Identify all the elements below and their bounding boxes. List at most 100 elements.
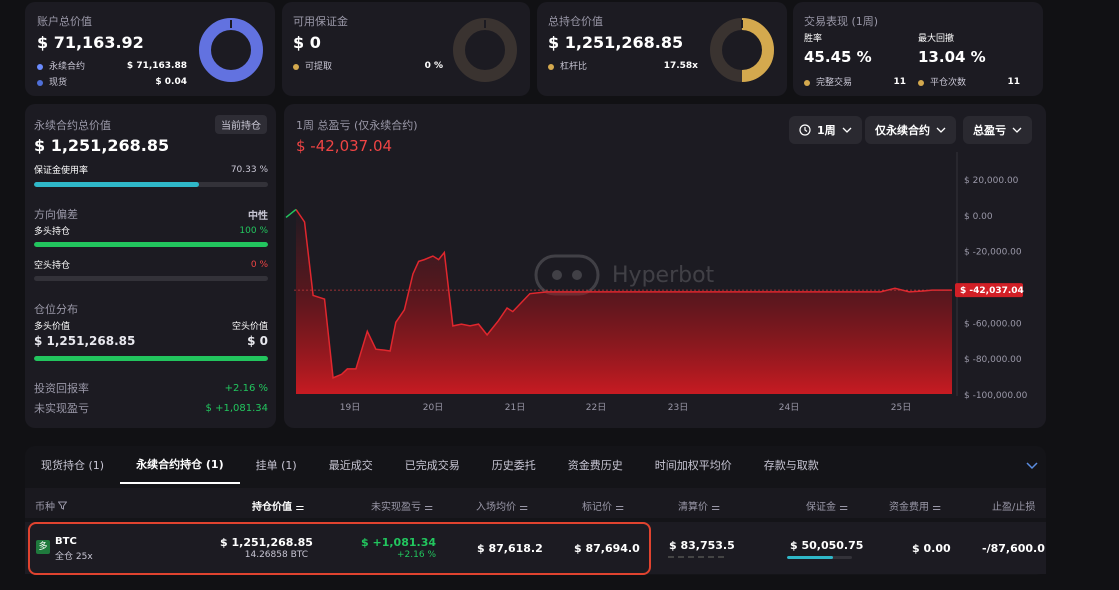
sort-icon: ⚌ (519, 502, 529, 513)
perp-summary-panel: 永续合约总价值 当前持仓 $ 1,251,268.85 保证金使用率 70.33 … (25, 104, 276, 428)
x-tick-label: 23日 (668, 402, 688, 413)
unrealized-pnl: $ +1,081.34 (361, 536, 436, 549)
card-title: 账户总价值 (37, 15, 92, 28)
short-pct: 0 % (250, 259, 268, 270)
tab-6[interactable]: 资金费历史 (552, 446, 639, 484)
drawdown-value: 13.04 % (918, 48, 986, 66)
drawdown-label: 最大回撤 (918, 34, 955, 44)
entry-price: $ 87,618.2 (477, 542, 543, 555)
roi-label: 投资回报率 (34, 382, 89, 395)
account-value-card: 账户总价值 $ 71,163.92 永续合约 $ 71,163.88 现货 $ 0.… (25, 2, 275, 96)
tab-0[interactable]: 现货持仓 (1) (25, 446, 120, 484)
margin-usage-bar (34, 182, 268, 187)
short-value: $ 0 (247, 334, 268, 348)
chevron-down-icon[interactable] (1026, 462, 1038, 470)
card-title: 交易表现 (1周) (804, 15, 879, 28)
current-holding-badge: 当前持仓 (215, 115, 267, 134)
long-label: 多头持仓 (34, 227, 71, 237)
tab-3[interactable]: 最近成交 (313, 446, 389, 484)
tab-4[interactable]: 已完成交易 (389, 446, 476, 484)
col-margin[interactable]: 保证金 ⚌ (806, 498, 848, 513)
short-label: 空头持仓 (34, 261, 71, 271)
y-tick-label: $ -100,000.00 (964, 391, 1028, 401)
direction-label: 方向偏差 (34, 208, 78, 221)
close-count-label: 平仓次数 (930, 78, 967, 88)
withdrawable-label: 可提取 (305, 62, 333, 72)
tab-8[interactable]: 存款与取款 (748, 446, 835, 484)
leverage-donut-icon (710, 18, 774, 82)
performance-card: 交易表现 (1周) 胜率 45.45 % 最大回撤 13.04 % 完整交易 11… (793, 2, 1043, 96)
tab-7[interactable]: 时间加权平均价 (639, 446, 748, 484)
col-tpsl: 止盈/止损 (992, 502, 1036, 513)
account-value: $ 71,163.92 (37, 33, 144, 52)
position-tabs: 现货持仓 (1) 永续合约持仓 (1) 挂单 (1) 最近成交 已完成交易 历史委托 资金费… (25, 446, 835, 486)
available-margin-card: 可用保证金 $ 0 可提取 0 % (282, 2, 530, 96)
tab-1[interactable]: 永续合约持仓 (1) (120, 446, 240, 484)
x-tick-label: 22日 (586, 402, 606, 413)
col-pnl[interactable]: 未实现盈亏 ⚌ (371, 498, 433, 513)
col-mark[interactable]: 标记价 ⚌ (582, 498, 624, 513)
card-title: 总持仓价值 (548, 15, 603, 28)
margin-usage-label: 保证金使用率 (34, 166, 89, 176)
margin-value: $ 0 (293, 33, 321, 52)
coin-name[interactable]: BTC (55, 536, 77, 547)
unrealized-label: 未实现盈亏 (34, 402, 89, 415)
margin-usage-value: 70.33 % (230, 164, 268, 175)
dot-icon (804, 79, 810, 86)
sort-icon: ⚌ (295, 502, 305, 513)
card-title: 可用保证金 (293, 15, 348, 28)
tab-5[interactable]: 历史委托 (476, 446, 552, 484)
tab-2[interactable]: 挂单 (1) (240, 446, 313, 484)
col-entry[interactable]: 入场均价 ⚌ (476, 498, 528, 513)
row-highlight (28, 522, 651, 575)
long-pct: 100 % (239, 225, 268, 236)
filter-icon (57, 501, 68, 510)
liq-dashes (668, 556, 724, 558)
long-bar (34, 242, 268, 247)
distribution-label: 仓位分布 (34, 303, 78, 316)
spot-value: $ 0.04 (155, 76, 187, 87)
spot-label: 现货 (49, 78, 68, 88)
margin-donut-icon (453, 18, 517, 82)
withdrawable-value: 0 % (424, 60, 443, 71)
y-tick-label: $ 0.00 (964, 212, 993, 222)
leverage-label: 杠杆比 (560, 62, 588, 72)
col-value[interactable]: 持仓价值 ⚌ (252, 498, 304, 513)
margin-mode: 全仓 25x (55, 552, 93, 562)
sort-icon: ⚌ (932, 502, 942, 513)
dot-icon (918, 79, 924, 86)
roi-value: +2.16 % (224, 382, 268, 394)
close-count-value: 11 (1007, 76, 1020, 87)
sort-icon: ⚌ (711, 502, 721, 513)
col-coin[interactable]: 币种 (35, 498, 68, 513)
direction-value: 中性 (248, 210, 268, 222)
sort-icon: ⚌ (839, 502, 849, 513)
dot-icon (37, 63, 43, 70)
x-tick-label: 19日 (340, 402, 360, 413)
margin-ratio-bar (787, 556, 852, 559)
winrate-label: 胜率 (804, 34, 823, 44)
col-funding[interactable]: 资金费用 ⚌ (889, 498, 941, 513)
position-size: 14.26858 BTC (244, 550, 308, 560)
leverage-value: 17.58x (663, 60, 698, 71)
short-value-label: 空头价值 (231, 322, 268, 332)
panel-title: 永续合约总价值 (34, 119, 111, 132)
funding-fee: $ 0.00 (912, 542, 951, 555)
mark-price: $ 87,694.0 (574, 542, 640, 555)
dot-icon (293, 63, 299, 70)
distribution-bar (34, 356, 268, 361)
pnl-area-chart: $ 20,000.00$ 0.00$ -20,000.00$ -40,000.0… (285, 152, 1028, 413)
tp-sl[interactable]: -/87,600.0 (982, 542, 1045, 555)
col-liq[interactable]: 清算价 ⚌ (678, 498, 720, 513)
complete-trades-label: 完整交易 (816, 78, 853, 88)
sort-icon: ⚌ (424, 502, 434, 513)
perp-label: 永续合约 (49, 62, 86, 72)
dot-icon (37, 79, 43, 86)
y-tick-label: $ -20,000.00 (964, 248, 1022, 258)
short-bar (34, 276, 268, 281)
pnl-area (296, 209, 952, 394)
long-value-label: 多头价值 (34, 322, 71, 332)
x-tick-label: 25日 (891, 402, 911, 413)
holding-value: $ 1,251,268.85 (548, 33, 684, 52)
account-donut-icon (199, 18, 263, 82)
